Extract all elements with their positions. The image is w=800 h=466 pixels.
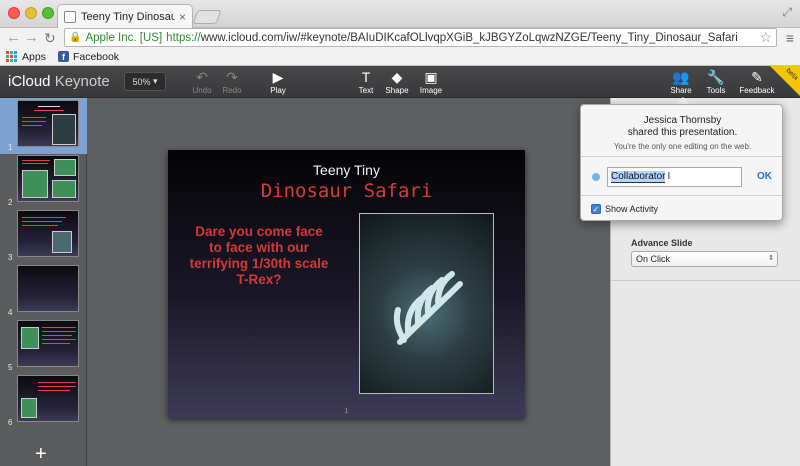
show-activity-label[interactable]: Show Activity (605, 204, 658, 214)
share-people-icon: 👥 (672, 69, 690, 85)
share-button[interactable]: 👥 Share (661, 69, 701, 95)
collaborator-name-input[interactable]: Collaborator I (607, 167, 742, 187)
slide-thumbnail-image (17, 320, 79, 367)
text-cursor-icon: I (667, 171, 671, 182)
tab-close-icon[interactable]: × (179, 10, 186, 24)
slide-thumbnail-image (17, 375, 79, 422)
show-activity-checkbox[interactable]: ✓ (591, 204, 601, 214)
slide-thumbnail[interactable]: 3 (0, 208, 87, 264)
bookmark-facebook[interactable]: f Facebook (57, 50, 120, 63)
address-bar[interactable]: 🔒 Apple Inc. [US] https:// www.icloud.co… (64, 28, 777, 47)
browser-menu-icon[interactable]: ≡ (786, 30, 794, 46)
tools-button[interactable]: 🔧 Tools (696, 69, 736, 95)
ok-button[interactable]: OK (757, 171, 772, 182)
image-icon: ▣ (424, 69, 438, 85)
slide-body-text[interactable]: Dare you come face to face with our terr… (188, 224, 330, 288)
slide-navigator: 1 2 3 4 5 6 + (0, 98, 87, 466)
browser-toolbar: ← → ↻ 🔒 Apple Inc. [US] https:// www.icl… (0, 28, 800, 48)
image-button[interactable]: ▣ Image (411, 69, 451, 95)
updown-arrows-icon: ⇕ (768, 255, 774, 262)
add-slide-button[interactable]: + (35, 443, 47, 466)
shape-label: Shape (385, 86, 409, 95)
forward-arrow-icon[interactable]: → (24, 29, 39, 47)
zoom-value: 50% (132, 76, 151, 87)
play-icon: ▶ (272, 69, 284, 85)
browser-tab[interactable]: Teeny Tiny Dinosaur Safari × (57, 4, 193, 28)
sharer-name: Jessica Thornsby (643, 115, 722, 126)
wrench-icon: 🔧 (707, 69, 725, 85)
keynote-toolbar: iCloud Keynote 50% ▾ ↶ Undo ↷ Redo ▶ Pla… (0, 66, 800, 98)
slide-thumbnail-image (17, 100, 79, 147)
redo-button[interactable]: ↷ Redo (212, 69, 252, 95)
back-arrow-icon[interactable]: ← (6, 29, 21, 47)
slide-title-line2[interactable]: Dinosaur Safari (168, 180, 525, 202)
editing-note: You're the only one editing on the web. (613, 142, 752, 151)
slide-number: 3 (8, 253, 13, 262)
text-label: Text (358, 86, 374, 95)
new-tab-button[interactable] (192, 10, 222, 24)
slide-number: 6 (8, 418, 13, 427)
redo-icon: ↷ (226, 69, 238, 85)
minimize-window-button[interactable] (25, 7, 37, 19)
current-slide[interactable]: Teeny Tiny Dinosaur Safari Dare you come… (168, 150, 525, 418)
advance-slide-select[interactable]: On Click ⇕ (631, 251, 778, 267)
tab-title: Teeny Tiny Dinosaur Safari (81, 10, 175, 23)
bookmark-facebook-label: Facebook (72, 50, 120, 63)
trex-ribcage-photo[interactable] (359, 213, 494, 394)
slide-page-number: 1 (344, 408, 349, 415)
app-brand: iCloud Keynote (8, 73, 110, 90)
advance-slide-value: On Click (636, 254, 671, 264)
slide-thumbnail[interactable]: 4 (0, 263, 87, 319)
bookmark-apps-label: Apps (22, 50, 46, 63)
slide-thumbnail-image (17, 210, 79, 257)
brand-keynote: Keynote (54, 73, 110, 90)
slide-thumbnail[interactable]: 6 (0, 373, 87, 429)
slide-thumbnail-image (17, 265, 79, 312)
slide-number: 2 (8, 198, 13, 207)
zoom-select[interactable]: 50% ▾ (124, 72, 166, 91)
bookmarks-bar: Apps f Facebook (0, 48, 800, 66)
keynote-favicon-icon (64, 10, 76, 23)
fullscreen-icon[interactable]: ⤢ (782, 5, 792, 20)
undo-label: Undo (192, 86, 212, 95)
share-label: Share (670, 86, 692, 95)
apps-grid-icon (6, 51, 17, 62)
shared-text: shared this presentation. (627, 127, 738, 138)
play-label: Play (270, 86, 286, 95)
play-button[interactable]: ▶ Play (258, 69, 298, 95)
bookmark-star-icon[interactable]: ☆ (759, 29, 772, 46)
bookmark-apps[interactable]: Apps (6, 51, 46, 63)
tools-label: Tools (706, 86, 726, 95)
lock-icon: 🔒 (69, 32, 82, 43)
slide-title-line1[interactable]: Teeny Tiny (168, 162, 525, 178)
slide-thumbnail-image (17, 155, 79, 202)
slide-thumbnail[interactable]: 2 (0, 153, 87, 209)
slide-thumbnail[interactable]: 5 (0, 318, 87, 374)
browser-tab-bar: Teeny Tiny Dinosaur Safari × ⤢ (0, 0, 800, 28)
facebook-icon: f (57, 51, 69, 62)
ribcage-illustration (393, 271, 463, 345)
brand-icloud: iCloud (8, 73, 51, 90)
slide-number: 1 (8, 143, 13, 152)
image-label: Image (419, 86, 443, 95)
advance-slide-label: Advance Slide (631, 238, 693, 248)
zoom-window-button[interactable] (42, 7, 54, 19)
slide-number: 4 (8, 308, 13, 317)
divider (581, 195, 782, 196)
divider (581, 156, 782, 157)
collaborator-color-dot (592, 173, 600, 181)
url-scheme: https:// (166, 31, 201, 44)
slide-thumbnail[interactable]: 1 (0, 98, 87, 154)
share-popover: Jessica Thornsby shared this presentatio… (580, 104, 783, 221)
reload-icon[interactable]: ↻ (44, 29, 56, 47)
slide-number: 5 (8, 363, 13, 372)
divider (611, 280, 800, 281)
chevron-down-icon: ▾ (153, 76, 158, 86)
slide-canvas: Teeny Tiny Dinosaur Safari Dare you come… (88, 98, 610, 466)
redo-label: Redo (222, 86, 242, 95)
collaborator-name-value: Collaborator (611, 171, 666, 183)
close-window-button[interactable] (8, 7, 20, 19)
url-text: www.icloud.com/iw/#keynote/BAIuDIKcafOLl… (200, 31, 738, 44)
ev-certificate-label[interactable]: Apple Inc. [US] (85, 32, 162, 44)
